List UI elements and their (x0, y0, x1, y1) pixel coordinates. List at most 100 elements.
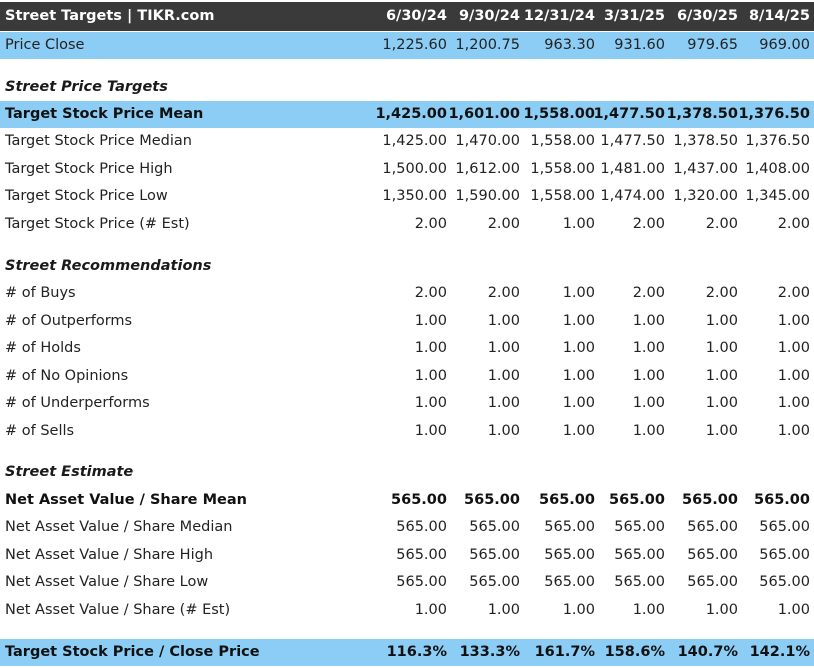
date-header: 3/31/25 (603, 8, 665, 24)
table-cell: 1.00 (632, 340, 665, 356)
table-cell: 1,558.00 (530, 188, 595, 204)
row-label: Target Stock Price Low (5, 188, 168, 204)
no-opinions-row: # of No Opinions 1.00 1.00 1.00 1.00 1.0… (0, 363, 814, 390)
row-label: # of Sells (5, 423, 75, 439)
table-cell: 931.60 (614, 37, 665, 53)
row-label: Net Asset Value / Share High (5, 547, 214, 563)
row-label: Target Stock Price / Close Price (5, 644, 260, 660)
table-cell: 1.00 (705, 313, 738, 329)
table-cell: 565.00 (396, 519, 447, 535)
date-header: 8/14/25 (748, 8, 810, 24)
table-cell: 1.00 (777, 313, 810, 329)
section-title: Street Recommendations (5, 258, 212, 274)
table-cell: 116.3% (386, 644, 447, 660)
table-cell: 1.00 (562, 216, 595, 232)
table-cell: 161.7% (534, 644, 595, 660)
table-cell: 1.00 (414, 313, 447, 329)
table-cell: 1.00 (414, 340, 447, 356)
table-cell: 1,345.00 (745, 188, 810, 204)
row-label: Price Close (5, 37, 85, 53)
table-cell: 2.00 (705, 216, 738, 232)
table-cell: 565.00 (469, 547, 520, 563)
table-cell: 1.00 (487, 395, 520, 411)
table-cell: 565.00 (544, 519, 595, 535)
table-cell: 1,408.00 (745, 161, 810, 177)
table-cell: 1.00 (777, 602, 810, 618)
table-cell: 565.00 (759, 519, 810, 535)
table-cell: 1,500.00 (382, 161, 447, 177)
row-label: Net Asset Value / Share Median (5, 519, 233, 535)
table-cell: 1,558.00 (523, 106, 595, 122)
table-cell: 1,477.50 (593, 106, 665, 122)
table-cell: 1.00 (632, 368, 665, 384)
table-cell: 1,477.50 (600, 133, 665, 149)
row-label: Target Stock Price High (5, 161, 173, 177)
target-high-row: Target Stock Price High 1,500.00 1,612.0… (0, 156, 814, 183)
table-cell: 565.00 (687, 574, 738, 590)
table-cell: 2.00 (705, 285, 738, 301)
nav-high-row: Net Asset Value / Share High 565.00 565.… (0, 542, 814, 569)
underperforms-row: # of Underperforms 1.00 1.00 1.00 1.00 1… (0, 390, 814, 417)
table-cell: 1,470.00 (455, 133, 520, 149)
outperforms-row: # of Outperforms 1.00 1.00 1.00 1.00 1.0… (0, 308, 814, 335)
row-label: # of No Opinions (5, 368, 129, 384)
table-cell: 1.00 (562, 423, 595, 439)
table-cell: 2.00 (414, 285, 447, 301)
table-cell: 1,590.00 (455, 188, 520, 204)
buys-row: # of Buys 2.00 2.00 1.00 2.00 2.00 2.00 (0, 280, 814, 307)
row-label: Target Stock Price Mean (5, 106, 204, 122)
table-cell: 565.00 (682, 492, 738, 508)
table-cell: 2.00 (414, 216, 447, 232)
table-cell: 565.00 (614, 519, 665, 535)
table-cell: 2.00 (487, 285, 520, 301)
table-cell: 565.00 (544, 547, 595, 563)
table-cell: 1.00 (487, 368, 520, 384)
section-title: Street Estimate (5, 464, 134, 480)
row-label: # of Buys (5, 285, 76, 301)
table-cell: 1,378.50 (666, 106, 738, 122)
table-cell: 1.00 (414, 368, 447, 384)
target-est-row: Target Stock Price (# Est) 2.00 2.00 1.0… (0, 211, 814, 238)
table-cell: 979.65 (687, 37, 738, 53)
nav-median-row: Net Asset Value / Share Median 565.00 56… (0, 514, 814, 541)
table-cell: 565.00 (759, 547, 810, 563)
table-cell: 2.00 (632, 285, 665, 301)
table-cell: 969.00 (759, 37, 810, 53)
table-cell: 565.00 (396, 547, 447, 563)
table-cell: 565.00 (614, 574, 665, 590)
table-cell: 2.00 (632, 216, 665, 232)
table-title: Street Targets | TIKR.com (5, 8, 215, 24)
row-label: Net Asset Value / Share (# Est) (5, 602, 231, 618)
table-cell: 1.00 (414, 602, 447, 618)
section-title: Street Price Targets (5, 79, 168, 95)
table-cell: 1,376.50 (745, 133, 810, 149)
section-header-price-targets: Street Price Targets (0, 74, 814, 101)
row-label: # of Outperforms (5, 313, 133, 329)
table-cell: 1.00 (632, 313, 665, 329)
nav-est-row: Net Asset Value / Share (# Est) 1.00 1.0… (0, 597, 814, 624)
table-cell: 2.00 (487, 216, 520, 232)
table-cell: 1,474.00 (600, 188, 665, 204)
table-cell: 1.00 (487, 313, 520, 329)
table-cell: 565.00 (759, 574, 810, 590)
table-cell: 1.00 (562, 285, 595, 301)
section-header-recommendations: Street Recommendations (0, 253, 814, 280)
target-mean-row: Target Stock Price Mean 1,425.00 1,601.0… (0, 101, 814, 128)
table-cell: 565.00 (396, 574, 447, 590)
date-header: 6/30/24 (385, 8, 447, 24)
date-header: 9/30/24 (458, 8, 520, 24)
sells-row: # of Sells 1.00 1.00 1.00 1.00 1.00 1.00 (0, 418, 814, 445)
table-cell: 565.00 (469, 574, 520, 590)
row-label: Net Asset Value / Share Low (5, 574, 209, 590)
table-cell: 1,376.50 (738, 106, 810, 122)
table-cell: 1,558.00 (530, 161, 595, 177)
table-cell: 565.00 (464, 492, 520, 508)
table-cell: 158.6% (604, 644, 665, 660)
table-cell: 565.00 (609, 492, 665, 508)
table-cell: 565.00 (544, 574, 595, 590)
table-cell: 1.00 (705, 368, 738, 384)
table-cell: 565.00 (391, 492, 447, 508)
section-header-estimate: Street Estimate (0, 459, 814, 486)
table-cell: 1.00 (705, 602, 738, 618)
table-cell: 1.00 (562, 602, 595, 618)
